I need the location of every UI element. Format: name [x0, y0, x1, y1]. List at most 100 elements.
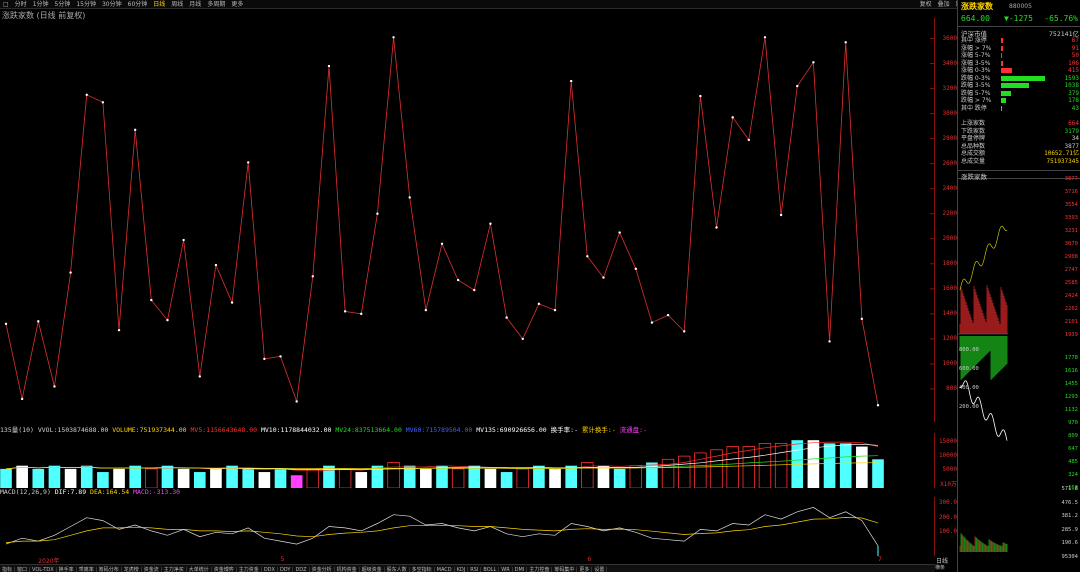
macd-line-chart[interactable]: [0, 497, 935, 556]
volume-bar-3[interactable]: [48, 465, 61, 488]
volume-bar-12[interactable]: [193, 472, 206, 488]
volume-bar-26[interactable]: [420, 468, 432, 488]
volume-bar-11[interactable]: [177, 468, 190, 488]
volume-bar-8[interactable]: [129, 465, 141, 488]
volume-bar-52[interactable]: [839, 443, 852, 488]
volume-bar-34[interactable]: [549, 468, 561, 488]
bottom-tab-11[interactable]: 主力资金: [237, 567, 262, 572]
main-point-31[interactable]: [505, 316, 508, 319]
main-point-12[interactable]: [198, 375, 201, 378]
bottom-tab-23[interactable]: BOLL: [481, 567, 500, 572]
volume-bar-24[interactable]: [387, 462, 400, 489]
main-point-9[interactable]: [150, 298, 153, 302]
volume-bar-25[interactable]: [403, 465, 416, 488]
volume-bar-19[interactable]: [306, 468, 320, 488]
toolbar-item-9[interactable]: 月线: [186, 0, 204, 8]
volume-bar-29[interactable]: [468, 465, 481, 488]
toolbar-item-1[interactable]: 分时: [12, 0, 30, 8]
main-point-28[interactable]: [456, 278, 460, 282]
main-point-13[interactable]: [214, 263, 218, 267]
bottom-tab-17[interactable]: 超级资金: [360, 567, 385, 572]
main-point-49[interactable]: [796, 84, 799, 88]
bottom-tab-16[interactable]: 机构资金: [335, 567, 360, 572]
volume-bar-31[interactable]: [500, 472, 513, 488]
volume-bar-32[interactable]: [516, 468, 529, 488]
bottom-tab-10[interactable]: 资金博弈: [212, 567, 237, 572]
volume-bar-21[interactable]: [338, 468, 352, 488]
main-point-24[interactable]: [392, 36, 395, 39]
main-point-52[interactable]: [844, 41, 847, 44]
bottom-tab-5[interactable]: 筹码分布: [97, 567, 122, 572]
main-point-51[interactable]: [828, 340, 831, 343]
main-point-14[interactable]: [230, 301, 234, 304]
main-point-5[interactable]: [85, 93, 88, 97]
main-point-15[interactable]: [247, 161, 250, 164]
main-point-7[interactable]: [117, 328, 121, 332]
toolbar-item-7[interactable]: 日线: [150, 0, 168, 8]
main-point-54[interactable]: [876, 404, 880, 407]
bottom-tab-19[interactable]: 多空指标: [410, 567, 435, 572]
toolbar-item-11[interactable]: 更多: [228, 0, 246, 8]
main-point-48[interactable]: [779, 213, 783, 217]
main-point-1[interactable]: [20, 397, 24, 401]
volume-bar-48[interactable]: [774, 442, 788, 488]
main-point-33[interactable]: [537, 302, 541, 306]
toolbar-item-0[interactable]: □: [0, 0, 12, 8]
macd-indicator-name[interactable]: MACD(12,26,9): [0, 488, 51, 496]
bottom-tab-6[interactable]: 龙虎榜: [122, 567, 142, 572]
volume-bar-6[interactable]: [97, 472, 109, 488]
bottom-tab-28[interactable]: 更多: [577, 567, 593, 572]
main-point-30[interactable]: [489, 222, 492, 225]
volume-bar-38[interactable]: [613, 468, 626, 488]
volume-bar-51[interactable]: [823, 443, 836, 488]
main-point-45[interactable]: [731, 116, 734, 119]
main-point-20[interactable]: [327, 64, 331, 68]
bottom-tab-20[interactable]: MACD: [435, 567, 455, 572]
volume-bar-42[interactable]: [678, 455, 691, 488]
bottom-tab-14[interactable]: DDZ: [293, 567, 310, 572]
main-point-44[interactable]: [715, 226, 718, 229]
main-point-53[interactable]: [860, 317, 864, 321]
main-point-10[interactable]: [166, 318, 169, 322]
volume-bar-20[interactable]: [323, 465, 335, 488]
main-point-26[interactable]: [424, 308, 428, 312]
main-line-chart[interactable]: [0, 18, 935, 422]
daily-label[interactable]: 日线: [936, 556, 948, 565]
main-point-37[interactable]: [602, 276, 605, 279]
main-point-2[interactable]: [37, 320, 40, 323]
toolbar-right-item-1[interactable]: 叠加: [935, 0, 953, 8]
main-point-50[interactable]: [812, 61, 815, 64]
volume-bar-39[interactable]: [629, 465, 642, 488]
volume-bar-4[interactable]: [64, 468, 77, 488]
volume-bar-28[interactable]: [451, 468, 465, 488]
main-point-6[interactable]: [101, 101, 105, 104]
main-point-3[interactable]: [53, 385, 56, 388]
main-point-27[interactable]: [440, 242, 444, 245]
volume-bar-22[interactable]: [355, 472, 368, 488]
toolbar-right-item-0[interactable]: 复权: [917, 0, 935, 8]
volume-bar-27[interactable]: [436, 465, 448, 488]
volume-bar-5[interactable]: [80, 465, 93, 488]
main-point-41[interactable]: [666, 313, 670, 317]
volume-bar-1[interactable]: [16, 465, 28, 488]
main-point-23[interactable]: [376, 212, 379, 215]
main-point-39[interactable]: [634, 267, 637, 271]
bottom-tab-24[interactable]: WR: [499, 567, 513, 572]
main-point-19[interactable]: [311, 275, 315, 278]
toolbar-item-6[interactable]: 60分钟: [125, 0, 151, 8]
main-point-16[interactable]: [263, 357, 266, 361]
bottom-tab-21[interactable]: KDJ: [455, 567, 469, 572]
volume-bar-35[interactable]: [565, 465, 577, 488]
main-point-38[interactable]: [618, 231, 621, 234]
volume-bar-14[interactable]: [226, 465, 238, 488]
main-point-35[interactable]: [569, 79, 573, 83]
toolbar-item-3[interactable]: 5分钟: [52, 0, 74, 8]
volume-bar-18[interactable]: [290, 475, 303, 488]
bottom-tab-15[interactable]: 资金分析: [310, 567, 335, 572]
main-point-21[interactable]: [343, 310, 347, 313]
bottom-right-label[interactable]: 横条: [935, 564, 957, 572]
bottom-tab-9[interactable]: 大单统计: [187, 567, 212, 572]
bottom-tab-25[interactable]: DMI: [513, 567, 528, 572]
volume-bar-7[interactable]: [113, 468, 125, 488]
bottom-tab-1[interactable]: 窗口: [15, 567, 31, 572]
